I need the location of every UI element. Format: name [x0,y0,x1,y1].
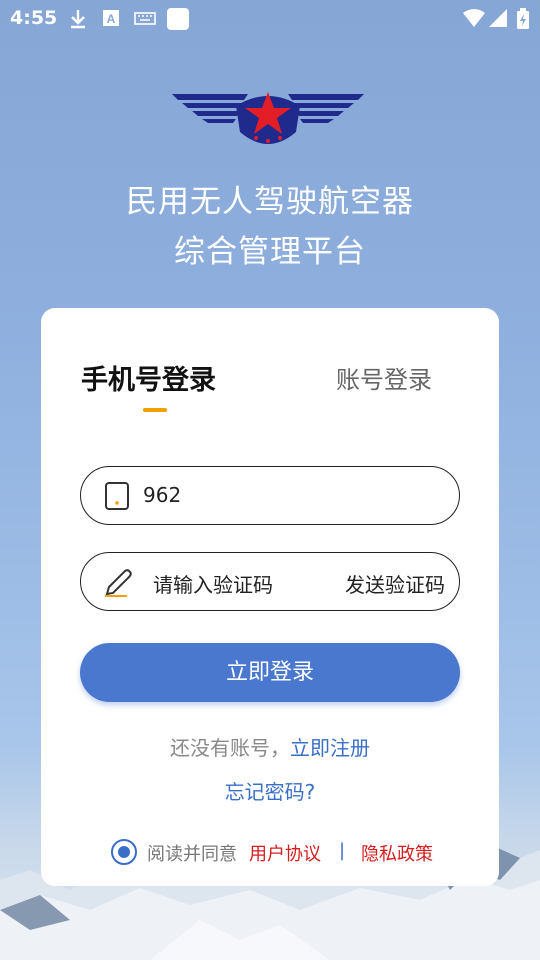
send-code-button[interactable]: 发送验证码 [345,569,445,598]
keyboard-icon [134,12,156,25]
agreement-radio[interactable] [111,839,137,865]
phone-field[interactable]: 962 [80,466,460,525]
register-row: 还没有账号，立即注册 [41,732,499,761]
svg-text:A: A [107,12,116,26]
status-bar: 4:55 A [0,0,540,38]
pencil-icon [105,569,132,597]
agreement-separator: | [339,840,346,861]
user-agreement-link[interactable]: 用户协议 [249,840,321,866]
tab-phone-login[interactable]: 手机号登录 [81,358,216,397]
phone-icon [105,482,129,510]
no-account-prompt: 还没有账号， [170,736,290,760]
privacy-policy-link[interactable]: 隐私政策 [361,840,433,866]
battery-icon [517,8,529,29]
status-time: 4:55 [10,7,58,29]
app-title-line2: 综合管理平台 [174,234,366,270]
font-a-icon: A [103,10,119,26]
login-card: 手机号登录 账号登录 962 请输入验证码 发送验证码 立即登录 还没有账号，立… [41,308,499,886]
radio-checked-dot [118,846,130,858]
active-tab-indicator [143,408,167,412]
download-icon [71,10,85,29]
verification-code-input[interactable]: 请输入验证码 [153,569,273,598]
app-title-line1: 民用无人驾驶航空器 [126,184,414,220]
register-link[interactable]: 立即注册 [290,736,370,760]
tab-account-login[interactable]: 账号登录 [336,360,432,395]
app-square-icon [167,8,189,30]
login-button[interactable]: 立即登录 [80,643,460,702]
signal-icon [489,9,507,27]
wifi-icon [463,9,485,27]
caac-logo [172,92,364,144]
forgot-password-link[interactable]: 忘记密码? [41,776,499,805]
verification-code-field[interactable]: 请输入验证码 发送验证码 [80,552,460,611]
phone-input[interactable]: 962 [143,483,181,507]
agreement-prefix: 阅读并同意 [147,844,237,865]
